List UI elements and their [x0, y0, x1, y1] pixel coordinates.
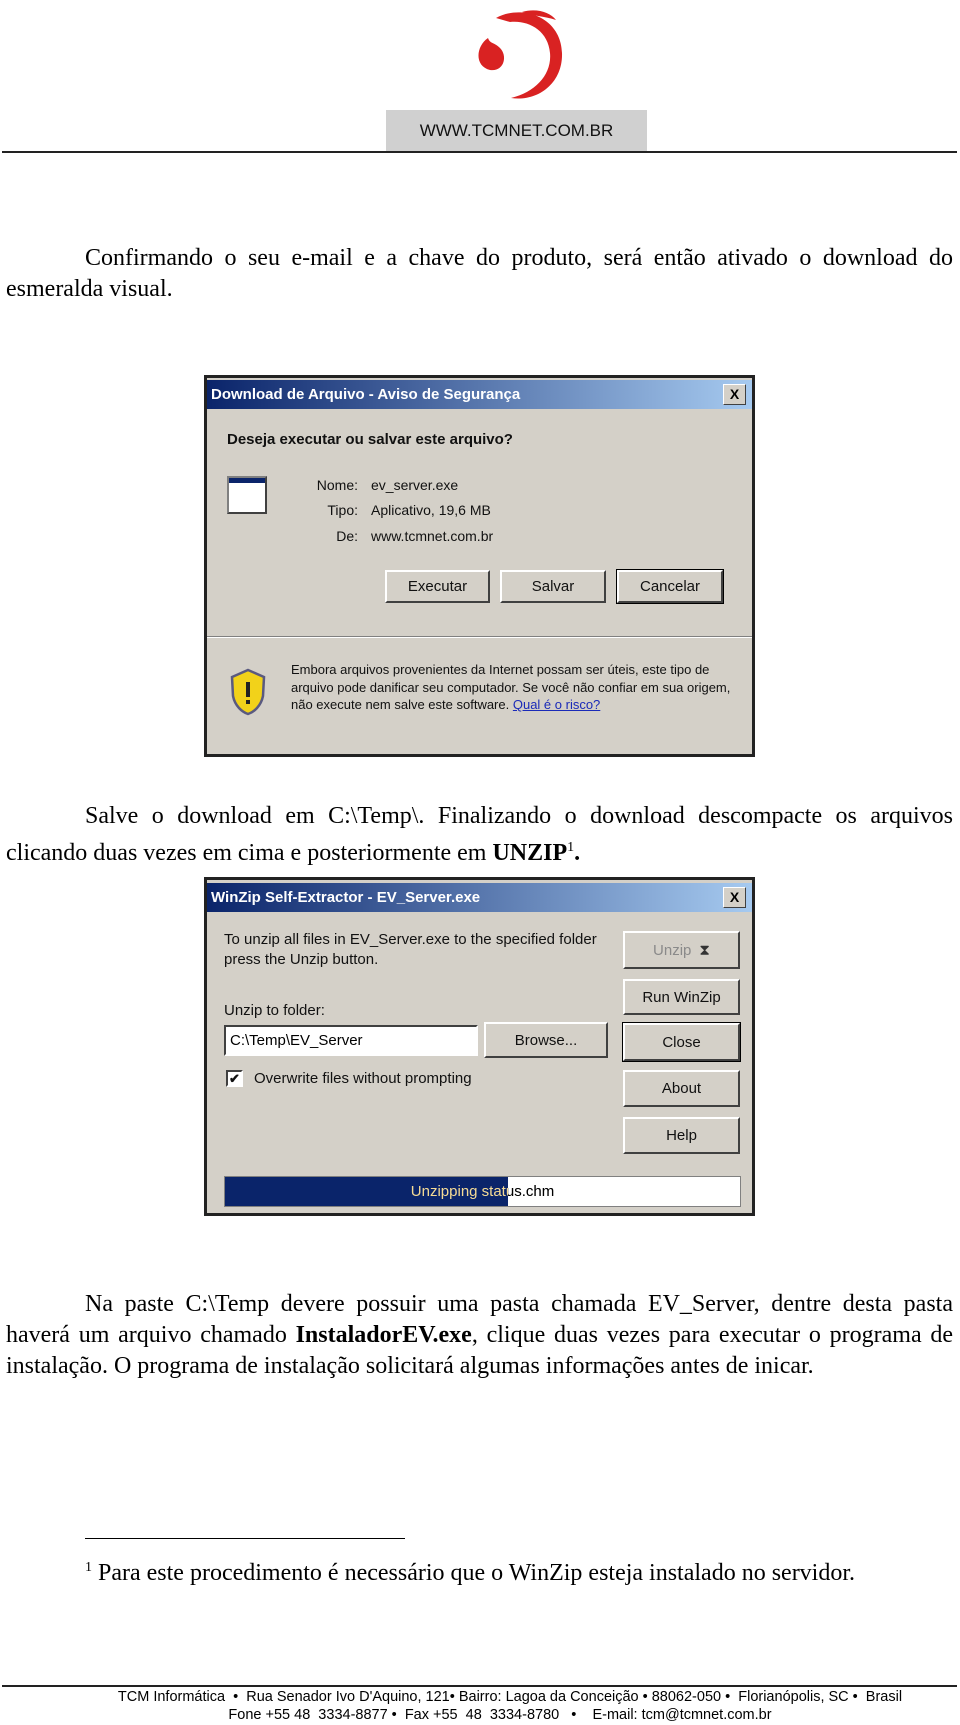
website-banner: WWW.TCMNET.COM.BR — [386, 110, 647, 151]
paragraph-3: Na paste C:\Temp devere possuir uma past… — [6, 1289, 953, 1382]
warning-message: Embora arquivos provenientes da Internet… — [291, 662, 731, 712]
footnote-text: Para este procedimento é necessário que … — [98, 1560, 856, 1586]
separator — [207, 636, 752, 638]
paragraph-1: Confirmando o seu e-mail e a chave do pr… — [6, 243, 953, 305]
close-dialog-button[interactable]: Close — [622, 1022, 741, 1062]
tcm-logo — [478, 10, 563, 99]
download-security-dialog: Download de Arquivo - Aviso de Segurança… — [204, 375, 755, 757]
about-button[interactable]: About — [623, 1070, 740, 1107]
folder-label: Unzip to folder: — [224, 1002, 325, 1019]
type-value: Aplicativo, 19,6 MB — [371, 502, 491, 518]
close-button[interactable]: X — [723, 887, 746, 908]
dialog-question: Deseja executar ou salvar este arquivo? — [227, 431, 513, 448]
footer-contact: Fone +55 48 3334-8877 • Fax +55 48 3334-… — [228, 1707, 772, 1723]
browse-button[interactable]: Browse... — [484, 1022, 608, 1058]
risk-link[interactable]: Qual é o risco? — [513, 697, 600, 712]
dialog-title: WinZip Self-Extractor - EV_Server.exe — [211, 889, 481, 906]
paragraph-2: Salve o download em C:\Temp\. Finalizand… — [6, 801, 953, 869]
dialog-titlebar: WinZip Self-Extractor - EV_Server.exe X — [207, 883, 752, 912]
name-value: ev_server.exe — [371, 477, 459, 493]
paragraph-2-text: Salve o download em C:\Temp\. Finalizand… — [6, 803, 953, 866]
overwrite-label: Overwrite files without prompting — [254, 1070, 472, 1087]
run-winzip-button[interactable]: Run WinZip — [623, 979, 740, 1015]
overwrite-checkbox[interactable]: ✔ — [226, 1070, 243, 1087]
from-value: www.tcmnet.com.br — [371, 528, 494, 544]
instructions-text: To unzip all files in EV_Server.exe to t… — [224, 931, 597, 968]
application-icon — [227, 476, 267, 514]
type-label: Tipo: — [327, 502, 358, 518]
help-button[interactable]: Help — [623, 1117, 740, 1154]
winzip-self-extractor-dialog: WinZip Self-Extractor - EV_Server.exe X … — [204, 877, 755, 1216]
footnote-rule — [85, 1538, 405, 1539]
run-button[interactable]: Executar — [385, 570, 490, 603]
warning-text: Embora arquivos provenientes da Internet… — [291, 661, 731, 714]
progress-status: Unzipping status.chm — [410, 1183, 555, 1200]
dialog-title: Download de Arquivo - Aviso de Segurança — [211, 386, 521, 403]
footnote: 1 Para este procedimento é necessário qu… — [85, 1553, 855, 1588]
paragraph-2-end: . — [574, 840, 581, 866]
folder-input[interactable] — [224, 1025, 478, 1056]
close-button[interactable]: X — [723, 384, 746, 405]
save-button[interactable]: Salvar — [500, 570, 606, 603]
unzip-label: Unzip — [653, 941, 692, 959]
warning-shield-icon — [230, 668, 266, 716]
from-label: De: — [336, 528, 358, 544]
dialog-titlebar: Download de Arquivo - Aviso de Segurança… — [207, 380, 752, 409]
footer-address: TCM Informática • Rua Senador Ivo D'Aqui… — [117, 1689, 903, 1705]
progress-bar: Unzipping status.chm — [224, 1176, 741, 1207]
name-label: Nome: — [316, 477, 358, 493]
unzip-bold: UNZIP — [492, 840, 568, 866]
footnote-number: 1 — [85, 1560, 92, 1575]
footer-rule — [2, 1685, 957, 1687]
unzip-button[interactable]: Unzip ⧗ — [623, 931, 740, 969]
hourglass-icon: ⧗ — [699, 941, 710, 959]
header-rule — [2, 151, 957, 153]
paragraph-1-text: Confirmando o seu e-mail e a chave do pr… — [6, 245, 953, 302]
installer-filename: InstaladorEV.exe — [295, 1322, 472, 1348]
cancel-button[interactable]: Cancelar — [616, 569, 724, 604]
